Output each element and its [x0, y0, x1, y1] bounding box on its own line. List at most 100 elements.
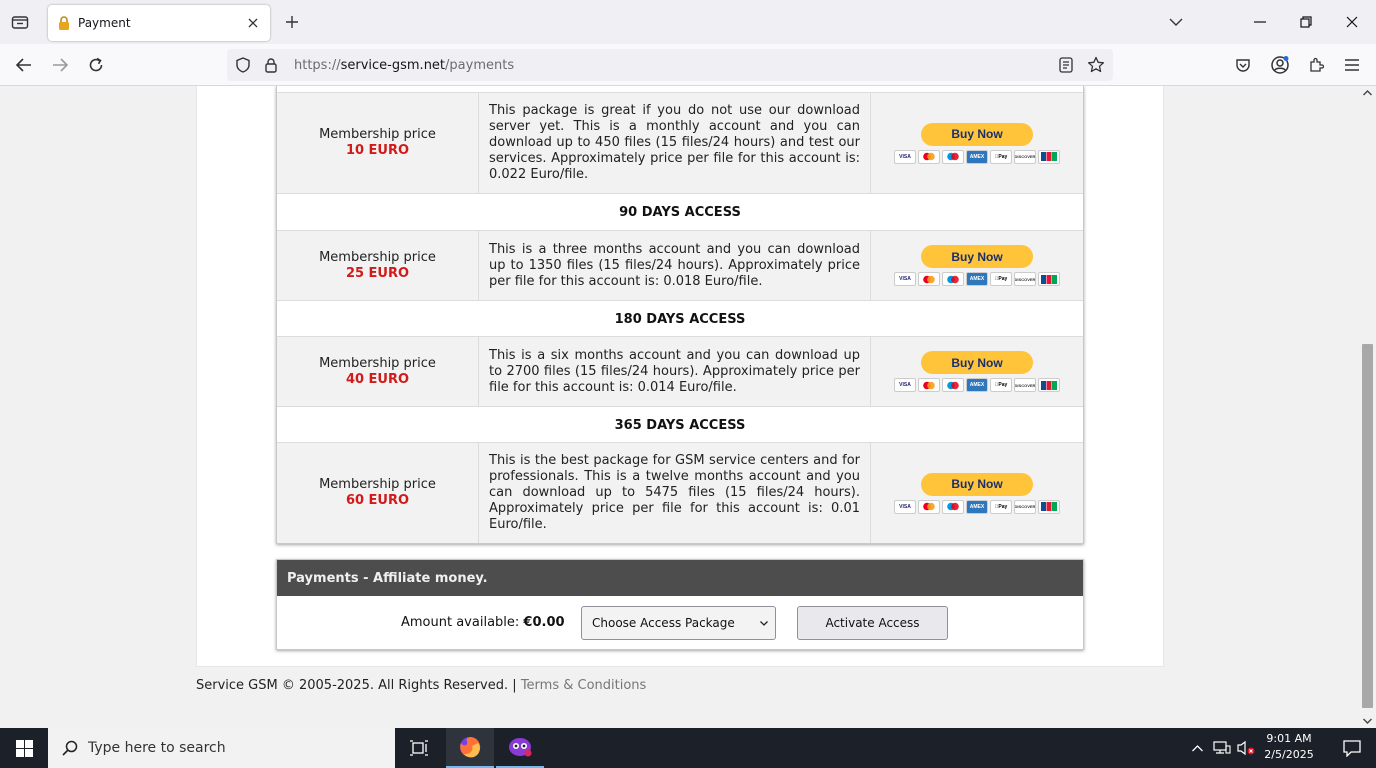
firefox-taskbar-button[interactable]: [446, 728, 494, 768]
terms-link[interactable]: Terms & Conditions: [521, 678, 647, 693]
account-button[interactable]: [1266, 51, 1294, 79]
apple-pay-icon: Pay: [990, 378, 1012, 392]
price-cell: Membership price 60 EURO: [277, 443, 479, 543]
amex-icon: AMEX: [966, 499, 988, 514]
page-scrollbar[interactable]: [1359, 86, 1376, 728]
amount-value: €0.00: [523, 615, 565, 630]
address-bar[interactable]: https://service-gsm.net/payments: [227, 49, 1113, 81]
search-icon: [62, 740, 78, 756]
mastercard-icon: [918, 499, 940, 514]
discover-icon: DISCOVER: [1014, 272, 1036, 286]
buy-cell: Buy Now VISA AMEX Pay DISCOVER: [871, 93, 1083, 193]
package-description: This package is great if you do not use …: [479, 93, 871, 193]
menu-button[interactable]: [1338, 51, 1366, 79]
package-row: Membership price 40 EURO This is a six m…: [277, 336, 1083, 406]
clock-time: 9:01 AM: [1266, 732, 1312, 745]
tab-close-button[interactable]: [240, 10, 266, 36]
amex-icon: AMEX: [966, 272, 988, 286]
price-cell: Membership price 25 EURO: [277, 231, 479, 300]
affiliate-body: Amount available: €0.00 Choose Access Pa…: [277, 596, 1083, 650]
maestro-icon: [942, 378, 964, 392]
price-label: Membership price: [319, 127, 436, 142]
network-button[interactable]: [1210, 728, 1234, 768]
tab-list-button[interactable]: [8, 10, 32, 34]
buy-now-button[interactable]: Buy Now: [921, 351, 1033, 374]
browser-tab[interactable]: Payment: [48, 5, 270, 41]
visa-icon: VISA: [894, 149, 916, 164]
package-row: Membership price 10 EURO This package is…: [277, 92, 1083, 193]
reload-button[interactable]: [82, 51, 110, 79]
payment-cards: VISA AMEX Pay DISCOVER: [894, 378, 1060, 392]
visa-icon: VISA: [894, 499, 916, 514]
puzzle-icon: [1310, 57, 1324, 72]
jcb-icon: [1038, 378, 1060, 392]
minimize-icon: [1254, 21, 1266, 23]
tracking-protection-icon[interactable]: [235, 57, 251, 73]
list-all-tabs-button[interactable]: [1164, 10, 1188, 34]
chevron-down-icon: [760, 621, 768, 626]
notifications-button[interactable]: [1328, 728, 1376, 768]
tab-title: Payment: [78, 16, 131, 30]
page-viewport: Membership price 10 EURO This package is…: [0, 86, 1359, 728]
scrollbar-thumb[interactable]: [1362, 344, 1373, 708]
jcb-icon: [1038, 272, 1060, 286]
lock-icon[interactable]: [263, 57, 279, 73]
url-path: /payments: [445, 57, 515, 73]
access-package-select[interactable]: Choose Access Package: [581, 606, 776, 640]
url-host: service-gsm.net: [340, 57, 446, 73]
restore-button[interactable]: [1283, 6, 1329, 38]
clock[interactable]: 9:01 AM 2/5/2025: [1254, 731, 1324, 763]
package-row: Membership price 60 EURO This is the bes…: [277, 442, 1083, 543]
chevron-down-icon: [1363, 718, 1372, 724]
extensions-button[interactable]: [1302, 51, 1330, 79]
back-button[interactable]: [10, 51, 38, 79]
maestro-icon: [942, 272, 964, 286]
taskbar-search-box[interactable]: Type here to search: [48, 728, 395, 768]
bookmark-star-icon[interactable]: [1087, 56, 1105, 74]
activate-access-button[interactable]: Activate Access: [797, 606, 948, 640]
chevron-up-icon: [1363, 90, 1372, 96]
buy-cell: Buy Now VISA AMEX Pay DISCOVER: [871, 443, 1083, 543]
clock-date: 2/5/2025: [1264, 748, 1314, 761]
footer-separator: |: [512, 678, 517, 693]
buy-now-button[interactable]: Buy Now: [921, 122, 1033, 146]
package-header-180-days: 180 DAYS ACCESS: [277, 300, 1083, 337]
buy-cell: Buy Now VISA AMEX Pay DISCOVER: [871, 337, 1083, 406]
reader-view-icon[interactable]: [1059, 57, 1075, 73]
copyright-text: Service GSM © 2005-2025. All Rights Rese…: [196, 678, 509, 693]
pocket-button[interactable]: [1229, 51, 1257, 79]
apple-pay-icon: Pay: [990, 272, 1012, 286]
task-view-button[interactable]: [395, 728, 443, 768]
show-hidden-icons-button[interactable]: [1186, 728, 1208, 768]
scroll-up-arrow[interactable]: [1361, 86, 1374, 100]
minimize-button[interactable]: [1237, 6, 1283, 38]
pocket-icon: [1236, 59, 1250, 72]
package-header-365-days: 365 DAYS ACCESS: [277, 406, 1083, 443]
new-tab-button[interactable]: [280, 10, 304, 34]
mastercard-icon: [918, 149, 940, 164]
apple-pay-icon: Pay: [990, 499, 1012, 514]
visa-icon: VISA: [894, 272, 916, 286]
amount-label: Amount available:: [401, 615, 520, 630]
package-description: This is the best package for GSM service…: [479, 443, 871, 543]
app-taskbar-button[interactable]: [496, 728, 544, 768]
price-value: 40 EURO: [345, 371, 410, 387]
package-description: This is a three months account and you c…: [479, 231, 871, 300]
scroll-down-arrow[interactable]: [1361, 714, 1374, 728]
windows-logo-icon: [15, 739, 33, 757]
window-close-button[interactable]: [1329, 6, 1375, 38]
mastercard-icon: [918, 272, 940, 286]
arrow-left-icon: [16, 58, 31, 72]
buy-now-button[interactable]: Buy Now: [921, 245, 1033, 268]
select-value: Choose Access Package: [592, 616, 735, 630]
apple-pay-icon: Pay: [990, 149, 1012, 164]
buy-now-button[interactable]: Buy Now: [921, 472, 1033, 496]
jcb-icon: [1038, 149, 1060, 164]
close-icon: [1346, 16, 1358, 28]
app-mask-icon: [509, 738, 532, 757]
start-button[interactable]: [0, 728, 48, 768]
affiliate-title: Payments - Affiliate money.: [277, 560, 1083, 596]
forward-button[interactable]: [46, 51, 74, 79]
discover-icon: DISCOVER: [1014, 499, 1036, 514]
windows-taskbar: Type here to search 9:01 AM 2/5/2025: [0, 728, 1376, 768]
